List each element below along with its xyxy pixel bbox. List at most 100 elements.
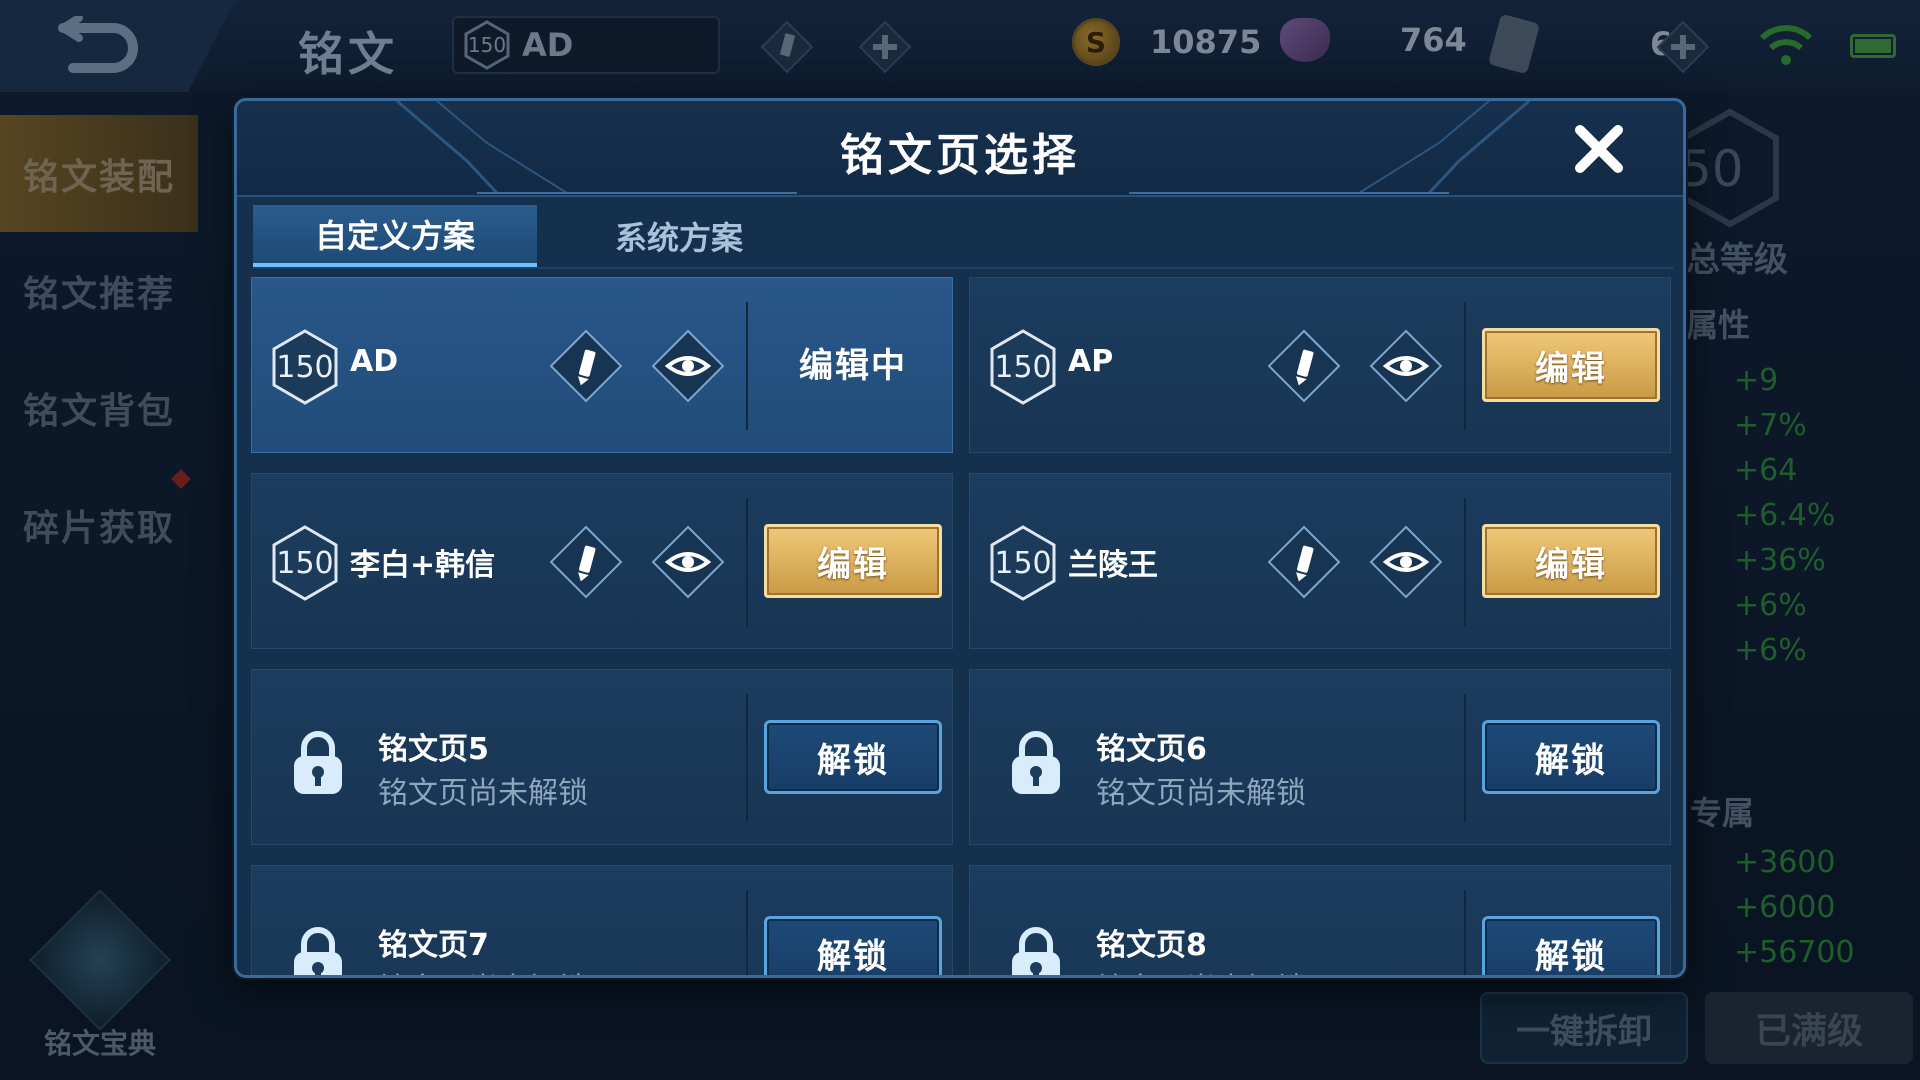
level-badge: 150 [270, 328, 340, 406]
total-level-number: 50 [1680, 140, 1744, 198]
page-name: AP [1068, 344, 1114, 379]
attribute-stats: +9 +7% +64 +6.4% +36% +6% +6% [1734, 363, 1836, 668]
close-icon [1575, 125, 1623, 173]
page-name: AD [350, 344, 399, 379]
locked-page-card: 铭文页7 铭文页尚未解锁 解锁 [251, 865, 953, 975]
level-badge: 150 [988, 328, 1058, 406]
top-bar: 铭文 150 AD S 10875 764 6 [0, 0, 1920, 92]
sidebar-item-recommend[interactable]: 铭文推荐 [0, 232, 198, 349]
rune-page-card[interactable]: 150 兰陵王 编辑 [969, 473, 1671, 649]
preview-button[interactable] [650, 328, 726, 404]
divider [746, 498, 748, 626]
rename-button[interactable] [1266, 328, 1342, 404]
dismantle-all-button[interactable]: 一键拆卸 [1480, 992, 1688, 1064]
pencil-icon [1267, 525, 1341, 599]
rune-page-card[interactable]: 150 AP 编辑 [969, 277, 1671, 453]
back-arrow-icon [57, 16, 138, 73]
preview-button[interactable] [1368, 328, 1444, 404]
card-icon [1487, 13, 1541, 75]
codex-button[interactable]: 铭文宝典 [29, 889, 171, 1062]
locked-page-card: 铭文页8 铭文页尚未解锁 解锁 [969, 865, 1671, 975]
gold-coin-icon: S [1072, 18, 1120, 66]
divider [746, 890, 748, 975]
page-name: 铭文页7 [378, 928, 489, 963]
rename-button[interactable] [548, 524, 624, 600]
pencil-icon [549, 329, 623, 403]
preview-button[interactable] [1368, 524, 1444, 600]
lock-icon [1012, 927, 1060, 975]
modal-title: 铭文页选择 [840, 130, 1080, 181]
divider [746, 302, 748, 430]
page-name: 兰陵王 [1068, 548, 1158, 583]
preview-button[interactable] [650, 524, 726, 600]
level-badge: 150 [988, 524, 1058, 602]
page-name: 铭文页6 [1096, 732, 1207, 767]
edit-button[interactable]: 编辑 [1482, 524, 1660, 598]
divider [1464, 890, 1466, 975]
divider [1464, 694, 1466, 822]
rune-page-select-modal: 铭文页选择 自定义方案 系统方案 150 AD 编辑中 150 AP 编辑 15… [234, 98, 1686, 978]
exclusive-stats: +3600 +6000 +56700 [1734, 845, 1855, 970]
unlock-button[interactable]: 解锁 [1482, 720, 1660, 794]
lock-icon [294, 731, 342, 794]
gem-icon [1280, 18, 1330, 62]
divider [746, 694, 748, 822]
locked-subtitle: 铭文页尚未解锁 [378, 964, 588, 975]
level-badge: 150 [464, 20, 510, 70]
battery-icon [1850, 34, 1896, 58]
divider [1464, 302, 1466, 430]
tab-custom[interactable]: 自定义方案 [253, 205, 537, 267]
current-page-name: AD [522, 26, 574, 64]
eye-icon [651, 525, 725, 599]
pencil-icon [1267, 329, 1341, 403]
level-badge: 150 [270, 524, 340, 602]
divider [1464, 498, 1466, 626]
maxed-button[interactable]: 已满级 [1705, 992, 1913, 1064]
edit-button[interactable]: 编辑 [1482, 328, 1660, 402]
unlock-button[interactable]: 解锁 [764, 720, 942, 794]
locked-subtitle: 铭文页尚未解锁 [1096, 776, 1306, 811]
pencil-icon[interactable] [760, 20, 814, 74]
plus-icon[interactable] [1656, 20, 1710, 74]
top-title: 铭文 [298, 27, 398, 81]
back-button[interactable] [0, 0, 235, 92]
tab-system[interactable]: 系统方案 [537, 205, 821, 267]
sidebar: 铭文装配 铭文推荐 铭文背包 碎片获取 [0, 115, 198, 583]
eye-icon [1369, 329, 1443, 403]
sidebar-item-bag[interactable]: 铭文背包 [0, 349, 198, 466]
page-name: 铭文页5 [378, 732, 489, 767]
gold-counter: S 10875 [1072, 18, 1261, 66]
locked-page-card: 铭文页6 铭文页尚未解锁 解锁 [969, 669, 1671, 845]
page-name: 铭文页8 [1096, 928, 1207, 963]
eye-icon [651, 329, 725, 403]
sidebar-item-equip[interactable]: 铭文装配 [0, 115, 198, 232]
locked-subtitle: 铭文页尚未解锁 [378, 776, 588, 811]
rename-button[interactable] [1266, 524, 1342, 600]
tab-bar: 自定义方案 系统方案 [253, 205, 1673, 269]
rune-page-card[interactable]: 150 AD 编辑中 [251, 277, 953, 453]
close-button[interactable] [1567, 117, 1631, 181]
card-counter: 6 [1487, 13, 1672, 75]
total-level-label: 总等级 [1686, 240, 1788, 280]
gem-counter: 764 [1280, 18, 1467, 62]
attribute-label: 属性 [1686, 306, 1751, 344]
pencil-icon [549, 525, 623, 599]
wifi-icon [1759, 25, 1813, 65]
unlock-button[interactable]: 解锁 [1482, 916, 1660, 975]
page-name: 李白+韩信 [350, 548, 496, 583]
edit-button[interactable]: 编辑 [764, 524, 942, 598]
book-icon [29, 889, 171, 1031]
eye-icon [1369, 525, 1443, 599]
lock-icon [294, 927, 342, 975]
sidebar-item-fragments[interactable]: 碎片获取 [0, 466, 198, 583]
plus-icon[interactable] [858, 20, 912, 74]
current-page-selector[interactable]: 150 AD [452, 16, 720, 74]
exclusive-label: 专属 [1690, 794, 1755, 832]
rename-button[interactable] [548, 328, 624, 404]
locked-page-card: 铭文页5 铭文页尚未解锁 解锁 [251, 669, 953, 845]
lock-icon [1012, 731, 1060, 794]
rune-page-card[interactable]: 150 李白+韩信 编辑 [251, 473, 953, 649]
editing-status: 编辑中 [799, 346, 907, 386]
unlock-button[interactable]: 解锁 [764, 916, 942, 975]
locked-subtitle: 铭文页尚未解锁 [1096, 964, 1306, 975]
